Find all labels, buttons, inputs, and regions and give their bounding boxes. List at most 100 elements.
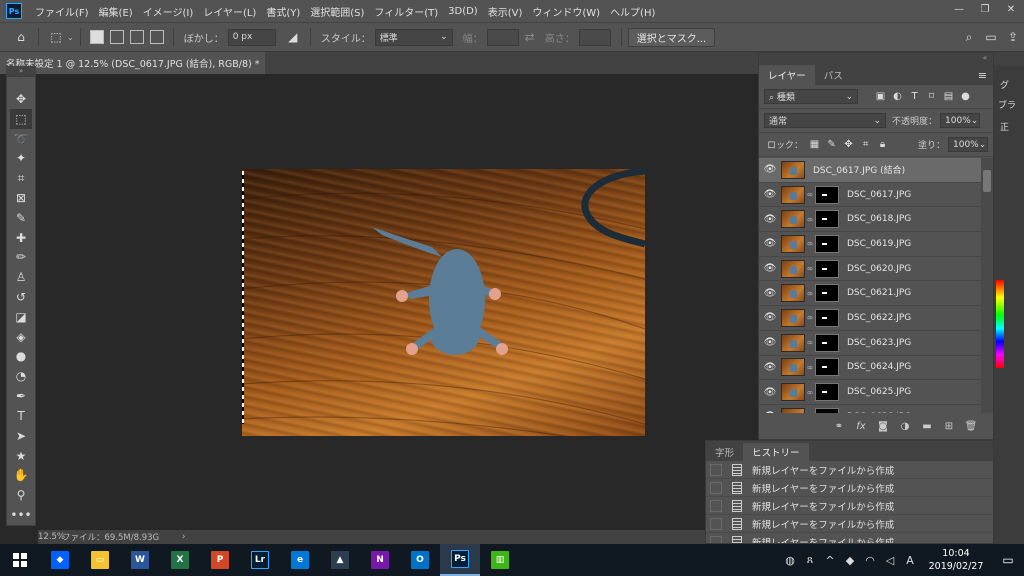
history-item[interactable]: 新規レイヤーをファイルから作成 (706, 515, 993, 533)
taskbar-app-edge[interactable]: e (280, 544, 320, 576)
adjustment-filter-icon[interactable]: ◐ (889, 89, 906, 105)
lock-image-icon[interactable]: ✎ (823, 137, 840, 153)
new-group-icon[interactable]: ▬ (919, 418, 935, 434)
layer-name[interactable]: DSC_0623.JPG (847, 338, 911, 348)
lock-all-icon[interactable]: 🔒︎ (874, 137, 891, 153)
layer-mask-thumbnail[interactable] (815, 383, 839, 402)
visibility-eye-icon[interactable]: 👁︎ (759, 263, 781, 274)
menu-view[interactable]: 表示(V) (483, 4, 528, 19)
smart-object-filter-icon[interactable]: ▤ (940, 89, 957, 105)
layer-name[interactable]: DSC_0617.JPG (847, 190, 911, 200)
workspace-icon[interactable]: ▭ (980, 26, 1002, 48)
visibility-eye-icon[interactable]: 👁︎ (759, 288, 781, 299)
trash-icon[interactable]: 🗑︎ (963, 418, 979, 434)
status-arrow-icon[interactable]: › (182, 532, 185, 542)
panel-collapse-icon[interactable]: « (759, 53, 993, 63)
visibility-eye-icon[interactable]: 👁︎ (759, 387, 781, 398)
tab-paths[interactable]: パス (815, 65, 852, 85)
lock-position-icon[interactable]: ✥ (840, 137, 857, 153)
dropbox-tray-icon[interactable]: ◆ (840, 544, 860, 576)
filter-toggle-icon[interactable]: ● (957, 89, 974, 105)
mask-link-icon[interactable]: ∞ (805, 338, 815, 347)
link-layers-icon[interactable]: ⚭ (831, 418, 847, 434)
zoom-tool-icon[interactable]: ⚲ (10, 485, 32, 505)
move-tool-icon[interactable]: ✥ (10, 89, 32, 109)
layer-thumbnail[interactable] (781, 383, 805, 402)
layer-mask-thumbnail[interactable] (815, 308, 839, 327)
visibility-eye-icon[interactable]: 👁︎ (759, 189, 781, 200)
color-spectrum-bar[interactable] (996, 280, 1004, 368)
layer-row[interactable]: 👁︎ ∞ DSC_0618.JPG (759, 207, 981, 233)
layer-filter-select[interactable]: ⌕ 種類 ⌄ (764, 89, 858, 104)
history-item[interactable]: 新規レイヤーをファイルから作成 (706, 479, 993, 497)
layer-mask-thumbnail[interactable] (815, 284, 839, 303)
history-brush-tool-icon[interactable]: ↺ (10, 287, 32, 307)
visibility-eye-icon[interactable]: 👁︎ (759, 362, 781, 373)
restore-button[interactable]: ❐ (972, 0, 998, 18)
menu-edit[interactable]: 編集(E) (94, 4, 138, 19)
layer-row[interactable]: 👁︎ ∞ DSC_0624.JPG (759, 356, 981, 381)
hand-tool-icon[interactable]: ✋ (10, 465, 32, 485)
adjustment-layer-icon[interactable]: ◑ (897, 418, 913, 434)
height-input[interactable] (578, 28, 611, 46)
clone-stamp-tool-icon[interactable]: ♙ (10, 267, 32, 287)
mask-link-icon[interactable]: ∞ (805, 363, 815, 372)
select-and-mask-button[interactable]: 選択とマスク... (627, 27, 716, 47)
type-tool-icon[interactable]: T (10, 406, 32, 426)
layer-thumbnail[interactable] (781, 210, 805, 229)
fill-input[interactable]: 100% ⌄ (948, 137, 988, 152)
layer-name[interactable]: DSC_0620.JPG (847, 264, 911, 274)
mask-link-icon[interactable]: ∞ (805, 313, 815, 322)
layer-mask-thumbnail[interactable] (815, 358, 839, 377)
path-selection-tool-icon[interactable]: ➤ (10, 426, 32, 446)
marquee-preset-icon[interactable]: ⬚ (45, 26, 67, 48)
taskbar-app-onenote[interactable]: N (360, 544, 400, 576)
layer-thumbnail[interactable] (781, 160, 805, 179)
visibility-eye-icon[interactable]: 👁︎ (759, 164, 781, 175)
volume-icon[interactable]: ◁ (880, 544, 900, 576)
layer-row[interactable]: 👁︎ ∞ DSC_0623.JPG (759, 331, 981, 356)
menu-type[interactable]: 書式(Y) (261, 4, 305, 19)
style-select[interactable]: 標準 ⌄ (374, 28, 453, 46)
ime-icon[interactable]: A (900, 544, 920, 576)
history-item[interactable]: 新規レイヤーをファイルから作成 (706, 497, 993, 515)
layer-list-scrollbar[interactable] (981, 158, 993, 414)
tab-layers[interactable]: レイヤー (759, 65, 815, 85)
visibility-eye-icon[interactable]: 👁︎ (759, 214, 781, 225)
history-snapshot-checkbox[interactable] (710, 517, 722, 530)
add-mask-icon[interactable]: ◙ (875, 418, 891, 434)
share-icon[interactable]: ⇪ (1002, 26, 1024, 48)
chevron-down-icon[interactable]: ⌄ (67, 33, 74, 42)
layer-name[interactable]: DSC_0621.JPG (847, 288, 911, 298)
globe-icon[interactable]: ◍ (780, 544, 800, 576)
mask-link-icon[interactable]: ∞ (805, 190, 815, 199)
layer-row[interactable]: 👁︎ ∞ DSC_0625.JPG (759, 380, 981, 405)
mask-link-icon[interactable]: ∞ (805, 239, 815, 248)
width-input[interactable] (486, 28, 519, 46)
taskbar-app-powerpoint[interactable]: P (200, 544, 240, 576)
layer-row[interactable]: 👁︎ ∞ DSC_0617.JPG (759, 183, 981, 208)
healing-brush-tool-icon[interactable]: ✚ (10, 228, 32, 248)
layer-mask-thumbnail[interactable] (815, 333, 839, 352)
new-selection-icon[interactable] (89, 30, 104, 44)
layer-mask-thumbnail[interactable] (815, 259, 839, 278)
blur-tool-icon[interactable]: ● (10, 347, 32, 367)
dodge-tool-icon[interactable]: ◔ (10, 366, 32, 386)
mask-link-icon[interactable]: ∞ (805, 264, 815, 273)
layer-thumbnail[interactable] (781, 234, 805, 253)
type-filter-icon[interactable]: T (906, 89, 923, 105)
layer-thumbnail[interactable] (781, 333, 805, 352)
scrollbar-thumb[interactable] (983, 170, 991, 192)
layer-row[interactable]: 👁︎ ∞ DSC_0620.JPG (759, 257, 981, 282)
history-snapshot-checkbox[interactable] (710, 463, 722, 476)
zoom-level[interactable]: 12.5% (38, 532, 65, 542)
lasso-tool-icon[interactable]: ➰ (10, 129, 32, 149)
lock-artboard-icon[interactable]: ⌗ (857, 137, 874, 153)
pen-tool-icon[interactable]: ✒ (10, 386, 32, 406)
layer-thumbnail[interactable] (781, 185, 805, 204)
taskbar-app-excel[interactable]: X (160, 544, 200, 576)
layer-name[interactable]: DSC_0624.JPG (847, 362, 911, 372)
panel-label-3[interactable]: 正 (1000, 120, 1009, 133)
layer-row[interactable]: 👁︎ ∞ DSC_0622.JPG (759, 306, 981, 331)
lock-transparent-icon[interactable]: ▦ (806, 137, 823, 153)
